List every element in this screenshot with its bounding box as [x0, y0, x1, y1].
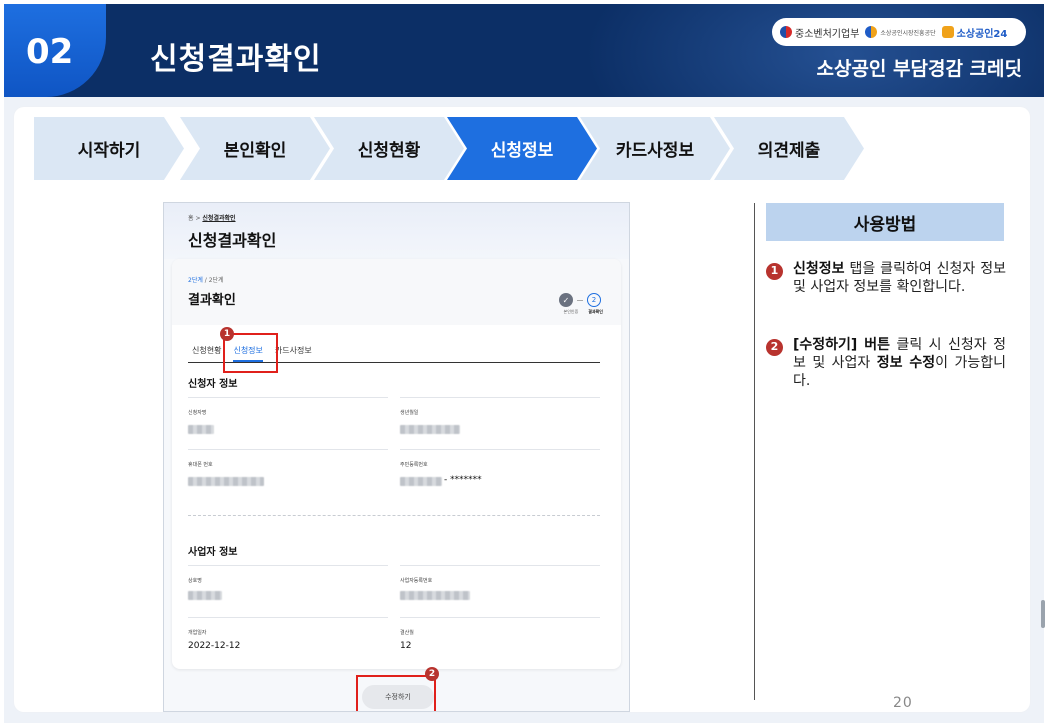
open-date-value: 2022-12-12 — [188, 641, 241, 651]
settle-month-label: 결산월 — [400, 630, 414, 636]
scrollbar-thumb[interactable] — [1041, 600, 1045, 628]
logo-sbiz24: 소상공인24 — [941, 25, 1007, 40]
section-number-box: 02 — [4, 4, 106, 97]
section-number: 02 — [26, 32, 74, 72]
callout-badge-1: 1 — [220, 327, 234, 341]
step-card-info[interactable]: 카드사정보 — [580, 117, 730, 180]
applicant-section-title: 신청자 정보 — [188, 379, 238, 390]
open-date-label: 개업일자 — [188, 630, 207, 636]
divider-line — [754, 203, 755, 700]
bizno-value — [400, 591, 470, 600]
stage-indicator: 2단계 / 2단계 — [188, 277, 224, 284]
applicant-name-label: 신청자명 — [188, 410, 207, 416]
highlight-edit-box — [356, 675, 436, 711]
bizno-label: 사업자등록번호 — [400, 578, 433, 584]
header-banner: 02 신청결과확인 중소벤처기업부 소상공인시장진흥공단 소상공인24 소상공인… — [4, 4, 1044, 97]
tab-card-info[interactable]: 카드사정보 — [275, 343, 312, 362]
taegeuk-icon — [780, 26, 792, 38]
result-screen-capture: 홈 > 신청결과확인 신청결과확인 2단계 / 2단계 결과확인 ✓ 2 본인인… — [163, 202, 630, 712]
rrn-label: 주민등록번호 — [400, 462, 428, 468]
check-icon: ✓ — [559, 293, 573, 307]
page-number: 20 — [893, 695, 913, 711]
step-status[interactable]: 신청현황 — [314, 117, 464, 180]
howto-item-2: 2 [수정하기] 버튼 클릭 시 신청자 정보 및 사업자 정보 수정이 가능합… — [766, 336, 1006, 391]
tab-status[interactable]: 신청현황 — [192, 343, 221, 362]
logo-semas: 소상공인시장진흥공단 — [865, 26, 936, 38]
sbiz-icon — [941, 26, 954, 38]
callout-badge-2: 2 — [425, 667, 439, 681]
phone-value — [188, 477, 264, 486]
company-label: 상호명 — [188, 578, 202, 584]
breadcrumb-current[interactable]: 신청결과확인 — [202, 215, 235, 222]
company-value — [188, 591, 222, 600]
step-application-info[interactable]: 신청정보 — [447, 117, 597, 180]
birth-label: 생년월일 — [400, 410, 419, 416]
home-icon[interactable]: 홈 — [188, 215, 194, 222]
semas-icon — [865, 26, 878, 38]
result-card: 2단계 / 2단계 결과확인 ✓ 2 본인인증 결과확인 신청현황 신청정보 카… — [172, 259, 621, 669]
step-start[interactable]: 시작하기 — [34, 117, 184, 180]
phone-label: 휴대폰 번호 — [188, 462, 213, 468]
step-navigation: 시작하기 본인확인 신청현황 신청정보 카드사정보 의견제출 — [34, 117, 864, 180]
card-title: 결과확인 — [188, 293, 236, 308]
rrn-masked: - ******* — [444, 475, 482, 485]
progress-indicator: ✓ 2 — [559, 293, 601, 307]
number-badge-1: 1 — [766, 263, 783, 280]
screen-title: 신청결과확인 — [188, 231, 277, 250]
section-divider — [188, 515, 600, 516]
business-section-title: 사업자 정보 — [188, 547, 238, 558]
step-identity[interactable]: 본인확인 — [180, 117, 330, 180]
applicant-name-value — [188, 425, 214, 434]
step-opinion[interactable]: 의견제출 — [714, 117, 864, 180]
howto-title: 사용방법 — [766, 203, 1004, 241]
page-title: 신청결과확인 — [150, 42, 322, 77]
settle-month-value: 12 — [400, 641, 412, 651]
logo-mss: 중소벤처기업부 — [780, 25, 859, 40]
rrn-front-value — [400, 477, 442, 486]
step-two-marker: 2 — [587, 293, 601, 307]
logo-bar: 중소벤처기업부 소상공인시장진흥공단 소상공인24 — [772, 18, 1026, 46]
howto-item-1: 1 신청정보 탭을 클릭하여 신청자 정보 및 사업자 정보를 확인합니다. — [766, 260, 1006, 296]
number-badge-2: 2 — [766, 339, 783, 356]
breadcrumb: 홈 > 신청결과확인 — [188, 215, 236, 222]
progress-labels: 본인인증 결과확인 — [563, 309, 603, 314]
birth-value — [400, 425, 460, 434]
program-name: 소상공인 부담경감 크레딧 — [816, 58, 1022, 80]
